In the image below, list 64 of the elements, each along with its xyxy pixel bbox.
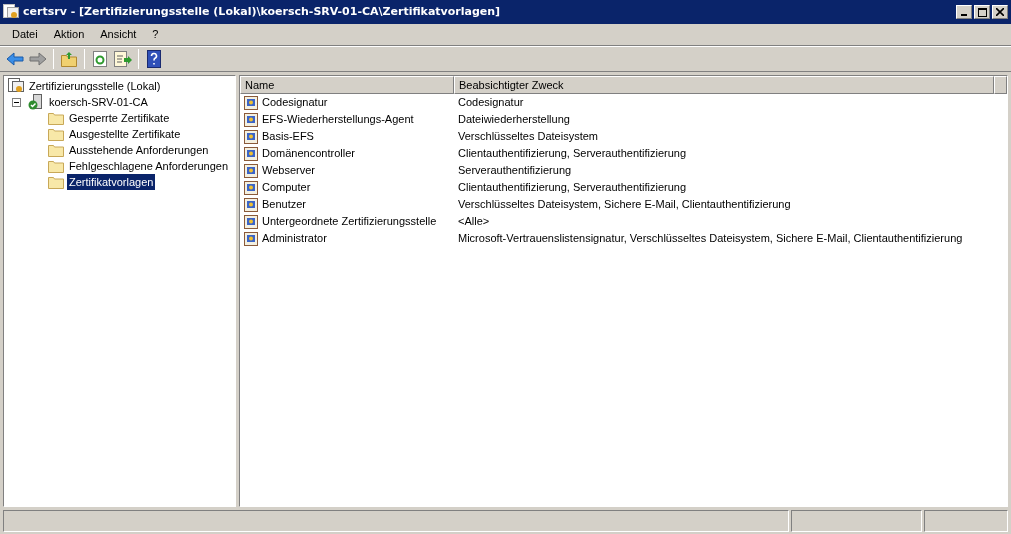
table-cell-text: Benutzer: [262, 197, 307, 213]
menu-item[interactable]: Datei: [4, 25, 46, 44]
column-header[interactable]: Name: [240, 76, 454, 94]
table-cell-text: <Alle>: [457, 214, 490, 230]
folder-icon: [48, 111, 64, 125]
certificate-template-icon: [244, 163, 258, 178]
certificate-template-icon: [244, 112, 258, 127]
table-cell-text: Verschlüsseltes Dateisystem: [457, 129, 598, 145]
table-cell-text: Microsoft-Vertrauenslistensignatur, Verschlüsseltes Dateisystem, Sichere E-Mail, Clientauthentifizierung: [457, 231, 963, 247]
menu-item[interactable]: ?: [144, 25, 167, 44]
certificate-template-icon: [244, 214, 258, 229]
table-cell-text: EFS-Wiederherstellungs-Agent: [262, 112, 414, 128]
table-cell-text: Untergeordnete Zertifizierungsstelle: [262, 214, 437, 230]
forward-button[interactable]: [27, 49, 49, 69]
certificate-template-icon: [244, 231, 258, 246]
table-cell-text: Basis-EFS: [262, 129, 314, 145]
close-icon: [996, 8, 1004, 16]
right-arrow-icon: [29, 52, 47, 66]
export-list-button[interactable]: [112, 49, 134, 69]
certificate-template-icon: [244, 129, 258, 144]
maximize-icon: [977, 7, 987, 17]
table-cell-text: Codesignatur: [457, 95, 524, 111]
table-cell-text: Dateiwiederherstellung: [457, 112, 570, 128]
certificate-template-icon: [244, 180, 258, 195]
folder-icon: [48, 127, 64, 141]
column-header[interactable]: Beabsichtigter Zweck: [454, 76, 994, 94]
tree-item[interactable]: koersch-SRV-01-CA: [47, 93, 150, 111]
close-button[interactable]: [992, 5, 1008, 19]
certificate-icon: [8, 78, 24, 94]
certificate-template-icon: [244, 146, 258, 161]
table-cell-text: Clientauthentifizierung, Serverauthentifizierung: [457, 180, 687, 196]
certificate-template-icon: [244, 197, 258, 212]
server-icon: [28, 94, 44, 110]
table-cell-text: Domänencontroller: [262, 146, 355, 162]
tree-item[interactable]: Zertifizierungsstelle (Lokal): [27, 77, 163, 95]
back-button[interactable]: [4, 49, 26, 69]
certificate-icon: [3, 4, 19, 20]
menu-item[interactable]: Aktion: [45, 25, 93, 44]
tree-item[interactable]: Fehlgeschlagene Anforderungen: [67, 157, 230, 175]
menu-item[interactable]: Ansicht: [92, 25, 145, 44]
left-arrow-icon: [6, 52, 24, 66]
refresh-icon: [93, 51, 107, 67]
table-cell-text: Webserver: [262, 163, 315, 179]
table-cell-text: Serverauthentifizierung: [457, 163, 572, 179]
table-cell-text: Verschlüsseltes Dateisystem, Sichere E-Mail, Clientauthentifizierung: [457, 197, 791, 213]
window-title: certsrv - [Zertifizierungsstelle (Lokal)\koersch-SRV-01-CA\Zertifikatvorlagen]: [23, 3, 502, 20]
export-list-icon: [114, 51, 132, 67]
certificate-template-icon: [244, 95, 258, 110]
minimize-button[interactable]: [956, 5, 972, 19]
tree-item[interactable]: Gesperrte Zertifikate: [67, 109, 172, 127]
table-cell-text: Clientauthentifizierung, Serverauthentifizierung: [457, 146, 687, 162]
tree-item[interactable]: Ausstehende Anforderungen: [67, 141, 211, 159]
table-cell-text: Codesignatur: [262, 95, 328, 111]
expander-icon[interactable]: [12, 97, 21, 107]
folder-icon: [48, 175, 64, 189]
tree-item[interactable]: Zertifikatvorlagen: [67, 173, 156, 191]
table-cell-text: Administrator: [262, 231, 327, 247]
tree-item[interactable]: Ausgestellte Zertifikate: [67, 125, 183, 143]
folder-icon: [61, 51, 77, 67]
maximize-button[interactable]: [974, 5, 990, 19]
table-cell-text: Computer: [262, 180, 311, 196]
help-icon: [147, 50, 161, 68]
folder-icon: [48, 143, 64, 157]
folder-icon: [48, 159, 64, 173]
